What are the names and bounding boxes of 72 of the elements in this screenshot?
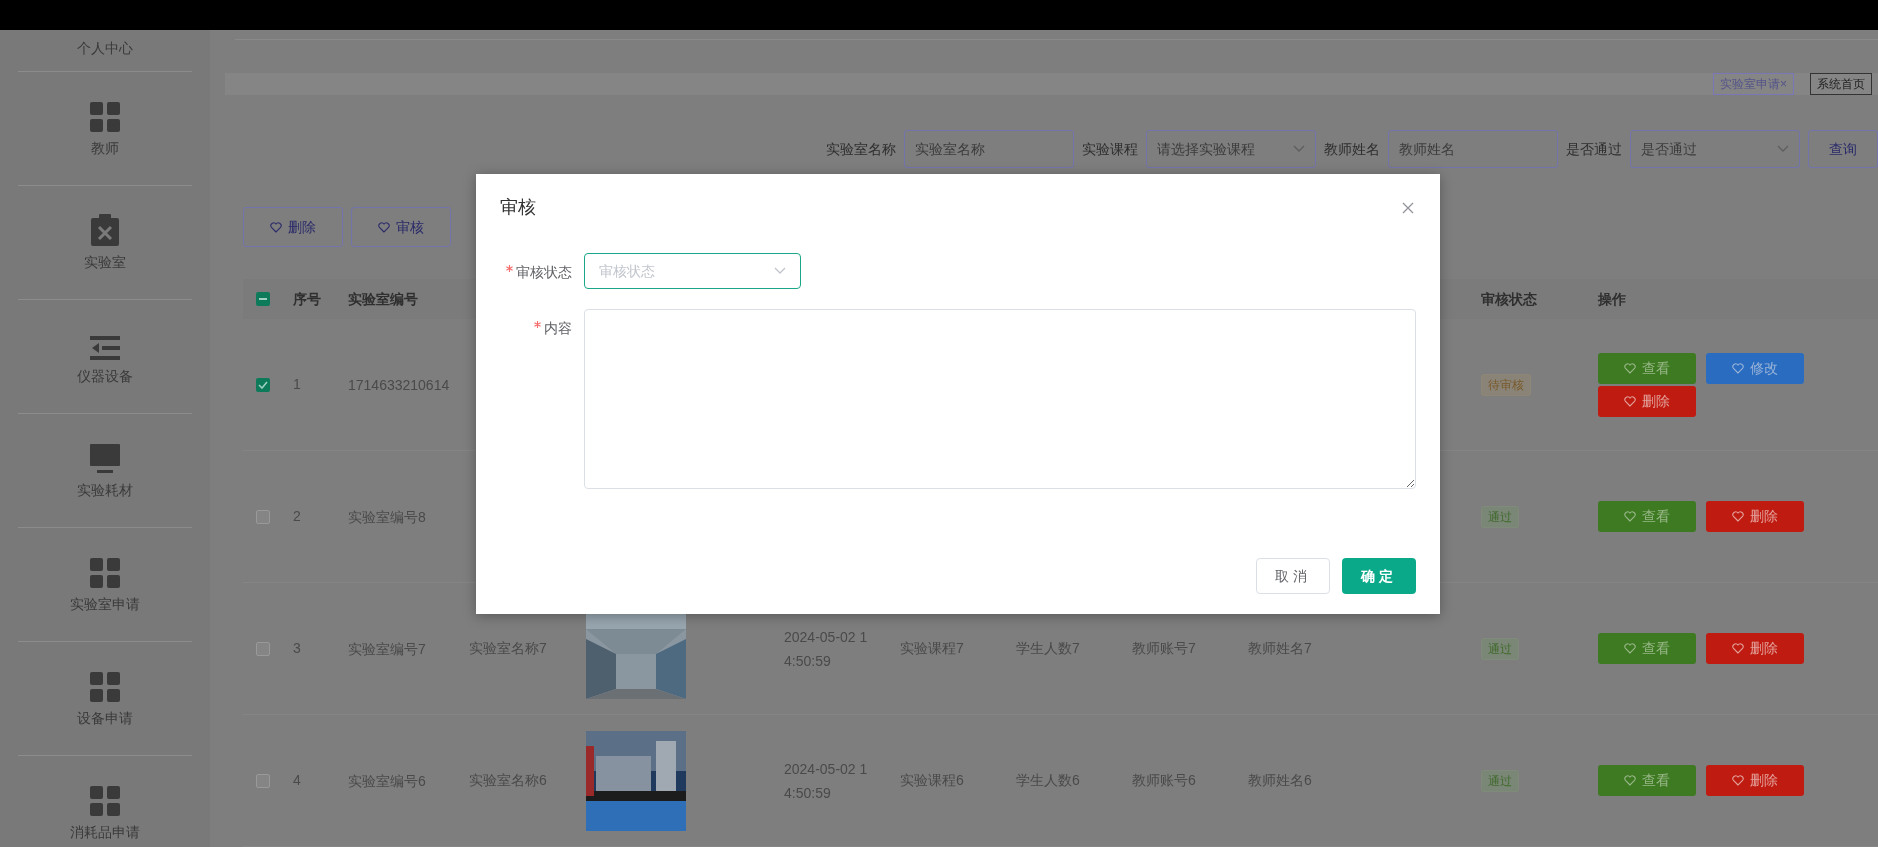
heart-icon [1624, 362, 1636, 374]
chevron-down-icon [1293, 145, 1305, 153]
check-icon [258, 380, 268, 389]
column-header: 审核状态 [1480, 289, 1538, 309]
heart-icon [1624, 395, 1636, 407]
close-icon [1402, 201, 1414, 214]
field-label: 是否通过 [1566, 139, 1622, 159]
select-field[interactable]: 审核状态 [584, 253, 801, 289]
field-label: 实验室名称 [826, 139, 896, 159]
chevron-down-icon [1777, 145, 1789, 153]
toolbar-button[interactable]: 审核 [351, 207, 451, 247]
grid-icon [90, 672, 120, 702]
checkbox[interactable] [256, 377, 270, 392]
action-button[interactable]: 删除 [1706, 765, 1804, 796]
page-tab[interactable]: 系统首页 [1810, 73, 1872, 95]
content-textarea[interactable] [584, 309, 1416, 489]
action-button[interactable]: 删除 [1706, 633, 1804, 664]
action-button[interactable]: 查看 [1598, 501, 1696, 532]
heart-icon [1732, 775, 1744, 786]
list-indent-icon [90, 336, 120, 360]
column-header: 序号 [292, 289, 322, 309]
grid-icon [90, 558, 120, 588]
checkbox[interactable] [256, 641, 270, 656]
cancel-button[interactable]: 取消 [1256, 558, 1330, 594]
sidebar-item[interactable]: 个人中心 [18, 30, 192, 72]
monitor-icon [90, 444, 120, 474]
checkbox[interactable] [256, 773, 270, 788]
heart-icon [1732, 511, 1744, 522]
heart-icon [378, 221, 390, 233]
action-button[interactable]: 查看 [1598, 765, 1696, 796]
status-tag: 通过 [1481, 506, 1519, 528]
dialog-title: 审核 [500, 196, 536, 219]
heart-icon [1732, 362, 1744, 374]
chevron-down-icon [774, 267, 786, 275]
field-label: 内容 [544, 319, 572, 338]
search-button[interactable]: 查询 [1808, 130, 1878, 168]
action-button[interactable]: 查看 [1598, 633, 1696, 664]
field-label: 教师姓名 [1324, 139, 1380, 159]
heart-icon [1732, 643, 1744, 654]
action-button[interactable]: 删除 [1706, 501, 1804, 532]
field-label: 审核状态 [516, 263, 572, 282]
heart-icon [1624, 643, 1636, 654]
sidebar-item[interactable]: 仪器设备 [18, 300, 192, 414]
sidebar-item[interactable]: 设备申请 [18, 642, 192, 756]
heart-icon [270, 221, 282, 233]
heart-icon [1624, 775, 1636, 786]
select-field[interactable]: 是否通过 [1630, 130, 1800, 168]
action-button[interactable]: 修改 [1706, 352, 1804, 384]
checkbox[interactable] [256, 292, 270, 306]
grid-icon [90, 102, 120, 132]
confirm-button[interactable]: 确定 [1342, 558, 1416, 594]
sidebar-item[interactable]: 实验耗材 [18, 414, 192, 528]
action-button[interactable]: 删除 [1598, 385, 1696, 417]
checkbox[interactable] [256, 509, 270, 524]
select-field[interactable]: 请选择实验课程 [1146, 130, 1316, 168]
grid-icon [90, 786, 120, 816]
sidebar-item[interactable]: 教师 [18, 72, 192, 186]
column-header: 实验室编号 [347, 289, 419, 309]
input-field[interactable]: 教师姓名 [1388, 130, 1558, 168]
field-label: 实验课程 [1082, 139, 1138, 159]
clipboard-x-icon [90, 214, 120, 246]
status-tag: 通过 [1481, 770, 1519, 792]
status-tag: 待审核 [1481, 374, 1531, 396]
sidebar-item[interactable]: 实验室申请 [18, 528, 192, 642]
action-button[interactable]: 查看 [1598, 352, 1696, 384]
input-field[interactable]: 实验室名称 [904, 130, 1074, 168]
toolbar-button[interactable]: 删除 [243, 207, 343, 247]
status-tag: 通过 [1481, 638, 1519, 660]
column-header: 操作 [1597, 289, 1627, 309]
heart-icon [1624, 511, 1636, 522]
sidebar-item[interactable]: 消耗品申请 [18, 756, 192, 847]
sidebar-item[interactable]: 实验室 [18, 186, 192, 300]
